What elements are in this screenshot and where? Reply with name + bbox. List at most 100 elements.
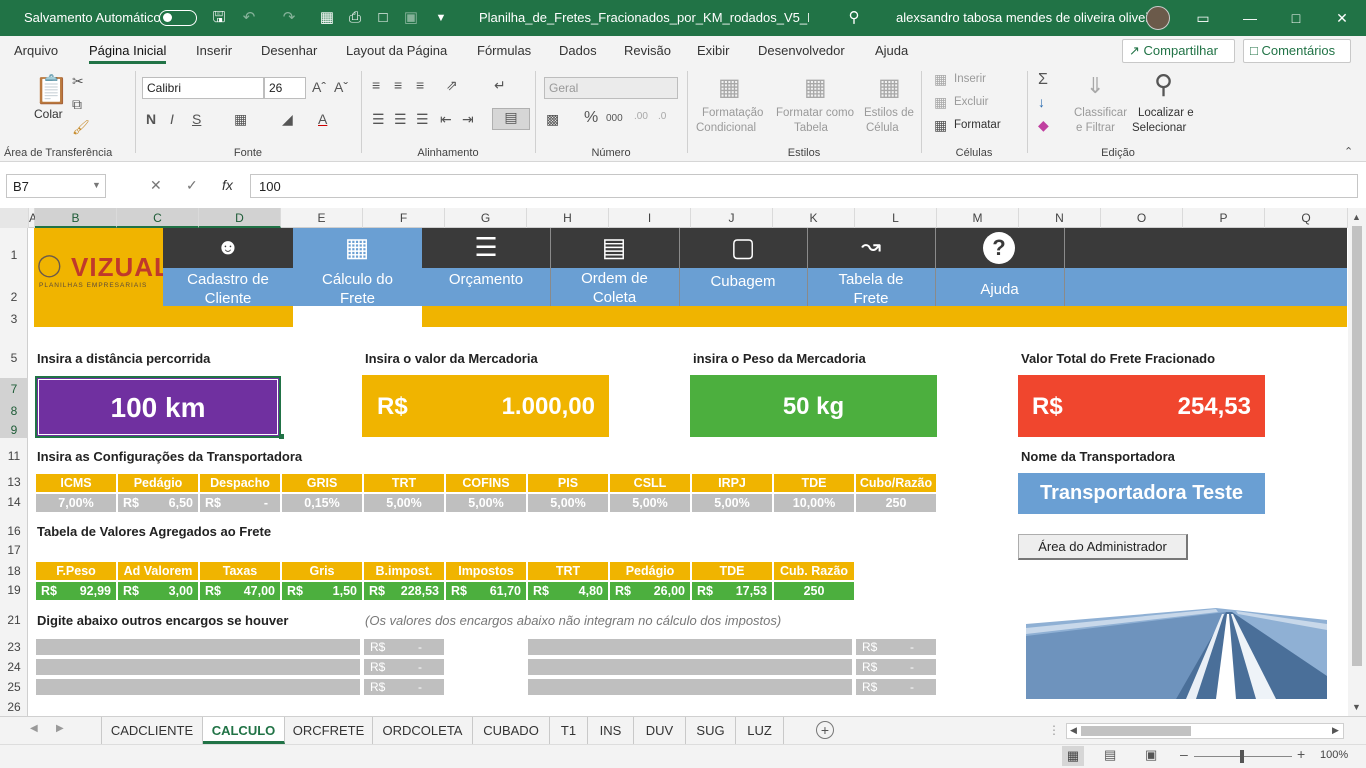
comments-button[interactable]: □ Comentários xyxy=(1243,39,1351,63)
increase-font-icon[interactable]: Aˆ xyxy=(312,79,326,95)
config-value-tde[interactable]: 10,00% xyxy=(774,494,854,512)
font-name-select[interactable]: Calibri xyxy=(142,77,264,99)
format-cells-icon[interactable]: ▦ xyxy=(934,117,947,134)
charge-desc-input[interactable] xyxy=(528,659,852,675)
cell-styles-label-1[interactable]: Estilos de xyxy=(864,107,914,119)
row-header[interactable]: 1 xyxy=(0,248,28,262)
config-value-gris[interactable]: 0,15% xyxy=(282,494,362,512)
nav-calculo-frete[interactable]: ▦ Cálculo do Frete xyxy=(293,228,422,307)
config-value-trt[interactable]: 5,00% xyxy=(364,494,444,512)
conditional-format-icon[interactable]: ▦ xyxy=(718,73,741,102)
sheet-tab-sug[interactable]: SUG xyxy=(686,717,736,744)
user-name[interactable]: alexsandro tabosa mendes de oliveira oli… xyxy=(896,10,1160,25)
close-icon[interactable]: ✕ xyxy=(1332,8,1352,28)
select-all[interactable] xyxy=(0,208,29,228)
save-icon[interactable]: 🖫 xyxy=(210,9,228,27)
row-header[interactable]: 17 xyxy=(0,543,28,557)
scroll-left-icon[interactable]: ◀ xyxy=(1070,725,1077,736)
delete-cells-label[interactable]: Excluir xyxy=(954,96,989,108)
insert-cells-label[interactable]: Inserir xyxy=(954,73,986,85)
percent-icon[interactable]: % xyxy=(584,109,598,127)
copy-icon[interactable]: ⧉ xyxy=(72,96,82,113)
fill-color-icon[interactable]: ◢ xyxy=(282,111,293,128)
row-header[interactable]: 9 xyxy=(0,422,28,438)
config-value-despacho[interactable]: R$ - xyxy=(200,494,280,512)
row-header[interactable]: 7 xyxy=(0,378,28,400)
number-format-select[interactable]: Geral xyxy=(544,77,678,99)
conditional-format-label-1[interactable]: Formatação xyxy=(702,107,763,119)
tab-revisao[interactable]: Revisão xyxy=(624,43,671,58)
find-select-label-2[interactable]: Selecionar xyxy=(1132,122,1186,134)
col-header-e[interactable]: E xyxy=(281,208,363,228)
conditional-format-label-2[interactable]: Condicional xyxy=(696,122,756,134)
prev-sheet-icon[interactable]: ◀ xyxy=(30,723,38,734)
col-header-p[interactable]: P xyxy=(1183,208,1265,228)
thousands-separator-icon[interactable]: 000 xyxy=(606,113,623,124)
minimize-icon[interactable]: — xyxy=(1240,8,1260,28)
row-header[interactable]: 21 xyxy=(0,613,28,627)
weight-input[interactable]: 50 kg xyxy=(690,375,937,437)
col-header-n[interactable]: N xyxy=(1019,208,1101,228)
row-header[interactable]: 24 xyxy=(0,660,28,674)
format-table-label-1[interactable]: Formatar como xyxy=(776,107,854,119)
format-table-icon[interactable]: ▦ xyxy=(804,73,827,102)
nav-ajuda[interactable]: ? Ajuda xyxy=(935,228,1064,306)
charge-value-input[interactable]: R$ - xyxy=(364,679,444,695)
nav-tabela-frete[interactable]: ↝ Tabela de Frete xyxy=(807,228,935,307)
fill-handle[interactable] xyxy=(279,434,284,439)
page-layout-icon[interactable]: ▤ xyxy=(1104,747,1116,763)
sheet-tab-calculo[interactable]: CALCULO xyxy=(203,717,285,744)
hscroll-thumb[interactable] xyxy=(1081,726,1191,736)
col-header-o[interactable]: O xyxy=(1101,208,1183,228)
sheet-tab-cadcliente[interactable]: CADCLIENTE xyxy=(101,717,203,744)
col-header-d[interactable]: D xyxy=(199,208,281,228)
config-value-csll[interactable]: 5,00% xyxy=(610,494,690,512)
charge-value-input[interactable]: R$ - xyxy=(364,639,444,655)
zoom-out-icon[interactable]: – xyxy=(1180,746,1188,762)
config-value-cubo[interactable]: 250 xyxy=(856,494,936,512)
row-header[interactable]: 13 xyxy=(0,475,28,489)
ribbon-display-icon[interactable]: ▭ xyxy=(1193,8,1213,28)
horizontal-scrollbar[interactable]: ◀ ▶ xyxy=(1066,723,1344,739)
tab-arquivo[interactable]: Arquivo xyxy=(14,43,58,58)
row-header[interactable]: 26 xyxy=(0,700,28,714)
underline-button[interactable]: S xyxy=(192,111,201,127)
row-header[interactable]: 23 xyxy=(0,640,28,654)
config-value-icms[interactable]: 7,00% xyxy=(36,494,116,512)
scroll-up-icon[interactable]: ▲ xyxy=(1352,212,1361,222)
row-header[interactable]: 2 xyxy=(0,290,28,304)
charge-desc-input[interactable] xyxy=(36,639,360,655)
scroll-right-icon[interactable]: ▶ xyxy=(1332,725,1339,736)
add-sheet-icon[interactable]: + xyxy=(816,721,834,739)
row-header[interactable]: 11 xyxy=(0,449,28,463)
scroll-thumb[interactable] xyxy=(1352,226,1362,666)
formula-input[interactable]: 100 xyxy=(250,174,1358,198)
cell-styles-label-2[interactable]: Célula xyxy=(866,122,899,134)
tab-layout[interactable]: Layout da Página xyxy=(346,43,447,58)
autosave-toggle[interactable] xyxy=(159,10,197,26)
col-header-b[interactable]: B xyxy=(35,208,117,228)
share-button[interactable]: ↗ Compartilhar xyxy=(1122,39,1235,63)
paste-label[interactable]: Colar xyxy=(34,107,63,121)
config-value-cofins[interactable]: 5,00% xyxy=(446,494,526,512)
sheet-tab-t1[interactable]: T1 xyxy=(550,717,588,744)
col-header-c[interactable]: C xyxy=(117,208,199,228)
borders-icon[interactable]: ▦ xyxy=(234,111,247,128)
tab-exibir[interactable]: Exibir xyxy=(697,43,730,58)
fill-icon[interactable]: ↓ xyxy=(1038,94,1045,110)
sheet-tab-luz[interactable]: LUZ xyxy=(736,717,784,744)
camera-icon[interactable]: ▣ xyxy=(402,9,420,27)
row-header[interactable]: 14 xyxy=(0,495,28,509)
col-header-j[interactable]: J xyxy=(691,208,773,228)
increase-decimal-icon[interactable]: .00 xyxy=(634,111,648,122)
config-value-irpj[interactable]: 5,00% xyxy=(692,494,772,512)
tab-desenvolvedor[interactable]: Desenvolvedor xyxy=(758,43,845,58)
nav-ordem-coleta[interactable]: ▤ Ordem de Coleta xyxy=(550,228,679,306)
charge-value-input[interactable]: R$ - xyxy=(856,639,936,655)
tab-split-icon[interactable]: ⋮ xyxy=(1048,723,1060,737)
tab-formulas[interactable]: Fórmulas xyxy=(477,43,531,58)
merch-value-input[interactable]: R$ 1.000,00 xyxy=(362,375,609,437)
clear-icon[interactable]: ◆ xyxy=(1038,117,1049,134)
tab-ajuda[interactable]: Ajuda xyxy=(875,43,908,58)
decrease-indent-icon[interactable]: ⇤ xyxy=(440,111,452,128)
